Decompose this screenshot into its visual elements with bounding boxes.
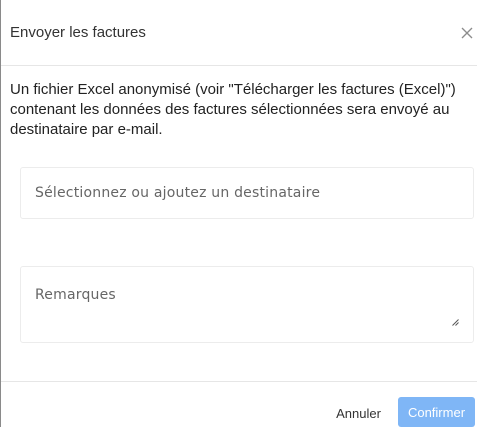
cancel-button[interactable]: Annuler (326, 399, 391, 427)
dialog-header: Envoyer les factures (1, 0, 477, 66)
dialog-footer: Annuler Confirmer (1, 381, 477, 427)
remarks-textarea[interactable] (21, 267, 473, 342)
recipient-placeholder: Sélectionnez ou ajoutez un destinataire (35, 185, 321, 201)
close-icon (461, 27, 473, 39)
confirm-button[interactable]: Confirmer (398, 397, 475, 427)
close-button[interactable] (460, 26, 474, 40)
recipient-select[interactable]: Sélectionnez ou ajoutez un destinataire (20, 167, 474, 219)
resize-handle-icon[interactable] (452, 319, 459, 326)
dialog-description: Un fichier Excel anonymisé (voir "Téléch… (10, 81, 456, 138)
dialog-title: Envoyer les factures (10, 24, 146, 41)
send-invoices-dialog: Envoyer les factures Un fichier Excel an… (0, 0, 477, 427)
remarks-field[interactable] (20, 266, 474, 343)
